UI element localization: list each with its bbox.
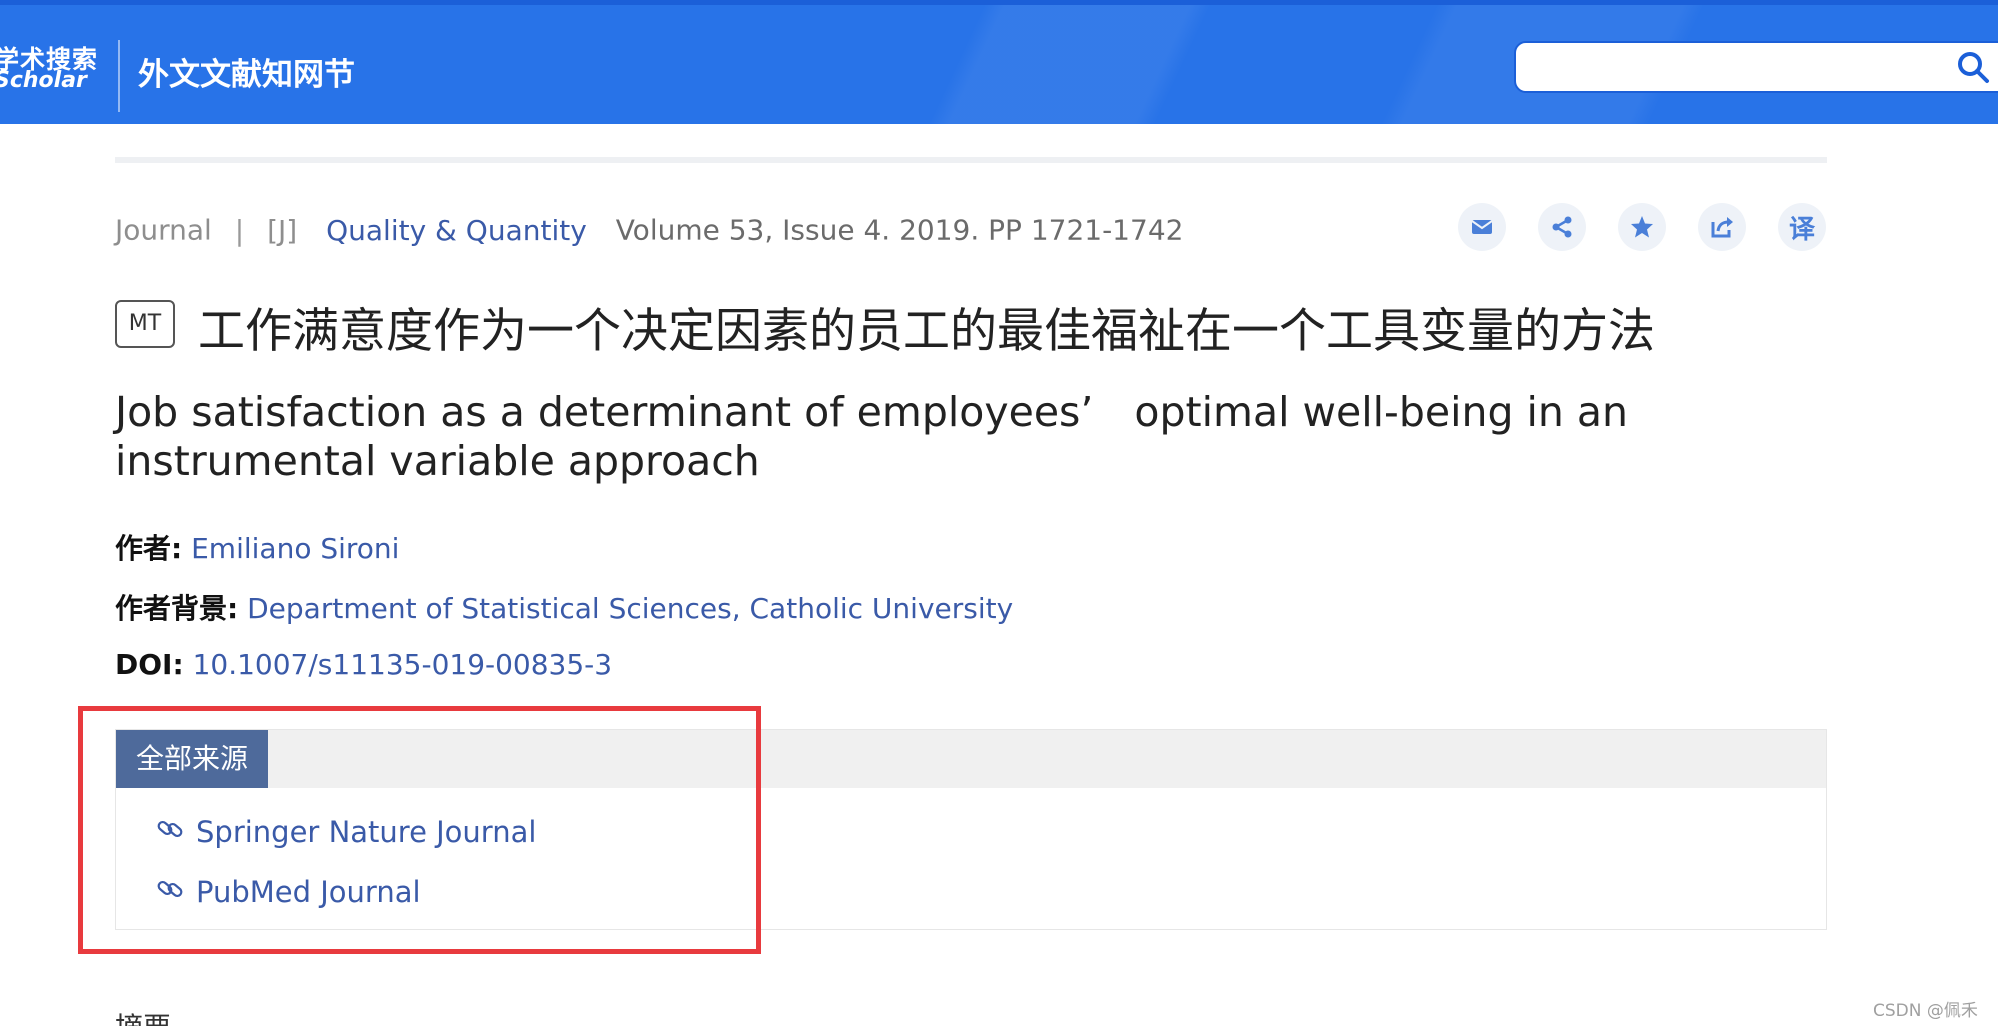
content-top-divider [115, 157, 1827, 163]
doi-row: DOI: 10.1007/s11135-019-00835-3 [115, 648, 612, 681]
page: 学术搜索 Scholar 外文文献知网节 Journal | [J] Quali… [0, 0, 1998, 1026]
affiliation-link[interactable]: Department of Statistical Sciences, Cath… [247, 592, 1013, 625]
search-input[interactable] [1514, 41, 1998, 93]
author-label: 作者: [115, 532, 183, 565]
machine-translation-badge: MT [115, 300, 175, 348]
abstract-heading: 摘要 [115, 1006, 171, 1026]
site-name: 外文文献知网节 [138, 57, 355, 93]
logo-divider [118, 40, 120, 112]
favorite-button[interactable] [1618, 203, 1666, 251]
journal-link[interactable]: Quality & Quantity [326, 214, 587, 247]
article-meta: Journal | [J] Quality & Quantity Volume … [115, 212, 1183, 248]
envelope-icon [1471, 220, 1493, 234]
author-row: 作者: Emiliano Sironi [115, 527, 399, 567]
journal-tag: [J] [267, 213, 298, 247]
export-button[interactable] [1698, 203, 1746, 251]
highlight-box [78, 706, 761, 954]
translate-button[interactable]: 译 [1778, 203, 1826, 251]
star-icon [1631, 216, 1653, 238]
logo[interactable]: 学术搜索 Scholar [0, 40, 97, 93]
doi-link[interactable]: 10.1007/s11135-019-00835-3 [193, 648, 613, 681]
article-type: Journal [115, 213, 212, 247]
volume-info: Volume 53, Issue 4. 2019. PP 1721-1742 [615, 213, 1184, 247]
doi-label: DOI: [115, 648, 184, 681]
affiliation-row: 作者背景: Department of Statistical Sciences… [115, 587, 1013, 627]
translate-icon: 译 [1788, 214, 1815, 245]
header-bar: 学术搜索 Scholar 外文文献知网节 [0, 0, 1998, 124]
meta-separator: | [234, 213, 245, 247]
author-link[interactable]: Emiliano Sironi [191, 532, 399, 565]
watermark: CSDN @佩禾 [1873, 1001, 1978, 1021]
article-title-en: Job satisfaction as a determinant of emp… [115, 388, 1629, 485]
export-icon [1711, 217, 1733, 238]
logo-text-en: Scholar [0, 68, 87, 93]
article-title-cn: 工作满意度作为一个决定因素的员工的最佳福祉在一个工具变量的方法 [198, 304, 1655, 359]
share-button[interactable] [1538, 203, 1586, 251]
affiliation-label: 作者背景: [115, 592, 239, 625]
share-icon [1552, 216, 1572, 238]
header-top-line [0, 0, 1998, 5]
email-button[interactable] [1458, 203, 1506, 251]
search-icon[interactable] [1955, 49, 1991, 85]
